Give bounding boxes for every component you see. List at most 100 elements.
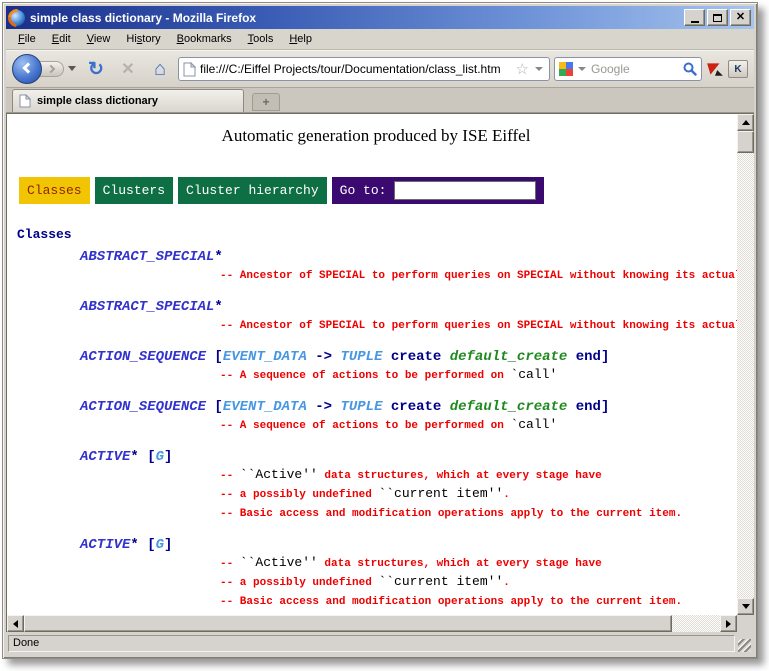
new-tab-button[interactable]: + (252, 93, 280, 111)
scrollbar-corner (737, 615, 754, 632)
class-comment: -- Ancestor of SPECIAL to perform querie… (220, 316, 737, 335)
refresh-icon: ↻ (88, 58, 104, 81)
stop-icon: ✕ (121, 59, 134, 79)
url-dropdown-icon[interactable] (535, 67, 543, 71)
class-comment: -- Basic access and modification operati… (220, 592, 737, 611)
minimize-icon (691, 21, 699, 23)
class-list: ABSTRACT_SPECIAL*-- Ancestor of SPECIAL … (15, 249, 737, 615)
url-text[interactable]: file:///C:/Eiffel Projects/tour/Document… (200, 62, 512, 76)
back-button[interactable] (12, 54, 42, 84)
class-signature-link[interactable]: ACTION_SEQUENCE [EVENT_DATA -> TUPLE cre… (80, 349, 737, 366)
goto-group: Go to: (332, 177, 545, 204)
forward-icon (47, 65, 55, 73)
page-heading: Automatic generation produced by ISE Eif… (15, 126, 737, 146)
class-entry: ACTIVE* [G]-- ``Active'' data structures… (80, 449, 737, 523)
menu-help[interactable]: Help (281, 30, 320, 48)
k-addon-icon: K (734, 64, 741, 75)
class-signature-link[interactable]: ACTION_SEQUENCE [EVENT_DATA -> TUPLE cre… (80, 399, 737, 416)
class-comment: -- a possibly undefined ``current item''… (220, 573, 737, 592)
title-bar[interactable]: simple class dictionary - Mozilla Firefo… (6, 6, 754, 29)
horizontal-scroll-thumb[interactable] (24, 615, 672, 632)
class-comment: -- A sequence of actions to be performed… (220, 366, 737, 385)
google-icon (559, 62, 573, 76)
status-text: Done (8, 635, 735, 652)
minimize-button[interactable] (684, 9, 705, 26)
class-comment: -- A sequence of actions to be performed… (220, 416, 737, 435)
scroll-up-icon (742, 120, 750, 125)
class-comment: -- a possibly undefined ``current item''… (220, 485, 737, 504)
status-bar: Done (6, 632, 754, 655)
back-icon (22, 62, 33, 73)
class-entry: ACTIVE* [G]-- ``Active'' data structures… (80, 537, 737, 611)
history-dropdown-icon[interactable] (68, 66, 76, 71)
vertical-scroll-track[interactable] (737, 153, 754, 598)
browser-viewport: Automatic generation produced by ISE Eif… (6, 113, 754, 632)
horizontal-scrollbar[interactable] (7, 615, 737, 632)
resize-grip-icon[interactable] (738, 639, 751, 652)
page-content: Automatic generation produced by ISE Eif… (7, 114, 737, 615)
tab-label: simple class dictionary (37, 95, 158, 107)
clusters-button[interactable]: Clusters (95, 177, 173, 204)
search-engine-dropdown-icon[interactable] (578, 67, 586, 71)
page-icon (183, 62, 196, 77)
navigation-toolbar: ↻ ✕ ⌂ file:///C:/Eiffel Projects/tour/Do… (6, 50, 754, 88)
class-signature-link[interactable]: ABSTRACT_SPECIAL* (80, 299, 737, 316)
class-signature-link[interactable]: ACTIVE* [G] (80, 537, 737, 554)
page-nav-buttons: Classes Clusters Cluster hierarchy Go to… (19, 177, 737, 204)
scroll-right-button[interactable] (720, 615, 737, 632)
tab-simple-class-dictionary[interactable]: simple class dictionary (12, 89, 244, 112)
menu-bookmarks[interactable]: Bookmarks (169, 30, 240, 48)
scroll-down-icon (742, 604, 750, 609)
search-box[interactable]: Google (554, 57, 702, 81)
menu-file[interactable]: File (10, 30, 44, 48)
tab-page-icon (19, 94, 31, 108)
menu-bar: FileEditViewHistoryBookmarksToolsHelp (6, 29, 754, 50)
kaspersky-icon[interactable] (706, 60, 724, 78)
classes-button[interactable]: Classes (19, 177, 90, 204)
class-comment: -- Ancestor of SPECIAL to perform querie… (220, 266, 737, 285)
close-button[interactable]: ✕ (730, 9, 751, 26)
tab-strip: simple class dictionary + (6, 88, 754, 113)
window-title: simple class dictionary - Mozilla Firefo… (30, 11, 684, 25)
scroll-right-icon (726, 620, 731, 628)
vertical-scrollbar[interactable] (737, 114, 754, 632)
maximize-icon (713, 14, 722, 22)
scroll-left-icon (13, 620, 18, 628)
section-title-classes: Classes (17, 227, 737, 242)
bookmark-star-icon[interactable]: ☆ (516, 62, 529, 77)
class-entry: ACTION_SEQUENCE [EVENT_DATA -> TUPLE cre… (80, 349, 737, 385)
class-entry: ABSTRACT_SPECIAL*-- Ancestor of SPECIAL … (80, 299, 737, 335)
menu-history[interactable]: History (118, 30, 168, 48)
menu-view[interactable]: View (79, 30, 119, 48)
refresh-button[interactable]: ↻ (82, 55, 110, 83)
class-signature-link[interactable]: ACTIVE* [G] (80, 449, 737, 466)
browser-window: simple class dictionary - Mozilla Firefo… (2, 2, 758, 659)
vertical-scroll-thumb[interactable] (737, 131, 754, 153)
plus-icon: + (262, 95, 269, 109)
close-icon: ✕ (736, 12, 745, 23)
scroll-left-button[interactable] (7, 615, 24, 632)
class-comment: -- ``Active'' data structures, which at … (220, 466, 737, 485)
home-button[interactable]: ⌂ (146, 55, 174, 83)
search-input[interactable]: Google (591, 62, 680, 76)
maximize-button[interactable] (707, 9, 728, 26)
search-magnifier-icon[interactable] (683, 62, 697, 76)
goto-label: Go to: (340, 183, 387, 198)
back-forward-cluster (12, 54, 78, 84)
scroll-up-button[interactable] (737, 114, 754, 131)
horizontal-scroll-track[interactable] (672, 615, 720, 632)
stop-button[interactable]: ✕ (114, 55, 142, 83)
cluster-hierarchy-button[interactable]: Cluster hierarchy (178, 177, 327, 204)
scroll-down-button[interactable] (737, 598, 754, 615)
firefox-icon (9, 10, 25, 26)
k-addon-button[interactable]: K (728, 60, 748, 78)
goto-input[interactable] (394, 181, 536, 200)
class-comment: -- ``Active'' data structures, which at … (220, 554, 737, 573)
class-entry: ABSTRACT_SPECIAL*-- Ancestor of SPECIAL … (80, 249, 737, 285)
class-comment: -- Basic access and modification operati… (220, 504, 737, 523)
address-bar[interactable]: file:///C:/Eiffel Projects/tour/Document… (178, 57, 550, 81)
menu-tools[interactable]: Tools (240, 30, 282, 48)
home-icon: ⌂ (154, 58, 166, 81)
class-signature-link[interactable]: ABSTRACT_SPECIAL* (80, 249, 737, 266)
menu-edit[interactable]: Edit (44, 30, 79, 48)
